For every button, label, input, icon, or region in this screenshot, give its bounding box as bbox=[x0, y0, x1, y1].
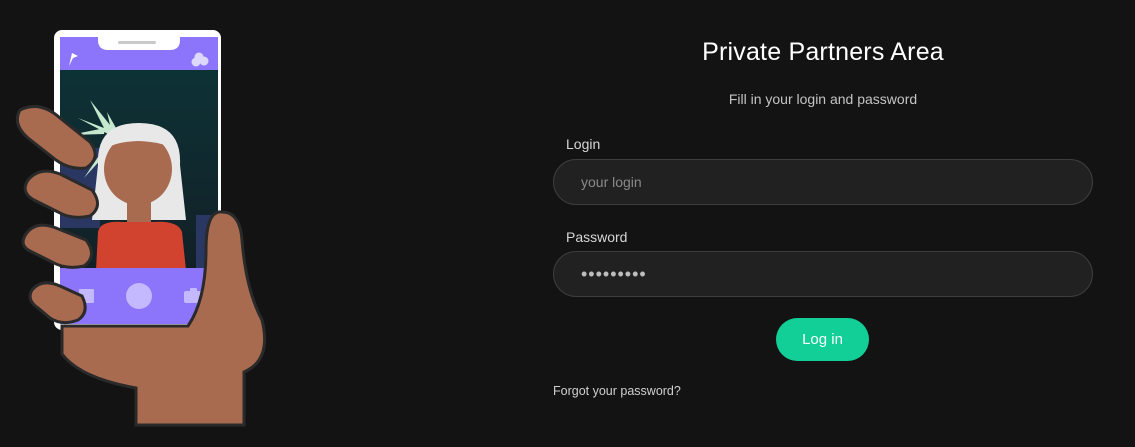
shutter-icon bbox=[126, 283, 152, 309]
login-page: Private Partners Area Fill in your login… bbox=[0, 0, 1135, 447]
person-figure bbox=[92, 123, 186, 270]
login-button[interactable]: Log in bbox=[776, 318, 869, 361]
page-subtitle: Fill in your login and password bbox=[728, 91, 918, 107]
page-title: Private Partners Area bbox=[702, 38, 944, 66]
phone-notch bbox=[98, 30, 180, 50]
login-form: Private Partners Area Fill in your login… bbox=[553, 0, 1093, 447]
password-label: Password bbox=[566, 229, 628, 245]
login-label: Login bbox=[566, 136, 601, 152]
phone-illustration bbox=[15, 30, 267, 427]
password-input[interactable] bbox=[553, 251, 1093, 297]
forgot-password-link[interactable]: Forgot your password? bbox=[553, 384, 681, 398]
login-input[interactable] bbox=[553, 159, 1093, 205]
